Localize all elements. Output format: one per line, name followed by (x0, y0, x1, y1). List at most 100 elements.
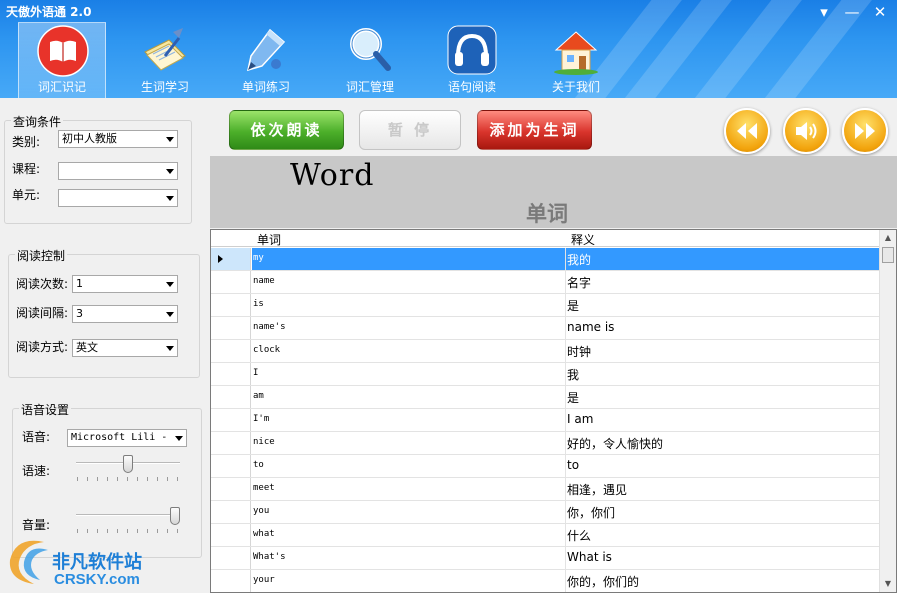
row-selector[interactable] (211, 570, 251, 592)
column-header-meaning[interactable]: 释义 (571, 231, 595, 248)
course-select[interactable] (58, 162, 178, 180)
row-selector[interactable] (211, 455, 251, 477)
row-selector[interactable] (211, 478, 251, 500)
column-divider (565, 271, 566, 293)
voice-value: Microsoft Lili - (71, 432, 168, 443)
column-divider (565, 409, 566, 431)
category-value: 初中人教版 (62, 132, 117, 145)
menu-button[interactable]: ▾ (813, 2, 835, 22)
row-pointer-icon (218, 255, 223, 263)
unit-select[interactable] (58, 189, 178, 207)
column-divider (565, 501, 566, 523)
nav-about-us[interactable]: 关于我们 (532, 22, 620, 98)
read-mode-select[interactable]: 英文 (72, 339, 178, 357)
table-row[interactable]: What's What is (211, 547, 879, 570)
chevron-down-icon (166, 137, 174, 142)
table-row[interactable]: is 是 (211, 294, 879, 317)
table-row[interactable]: meet 相逢，遇见 (211, 478, 879, 501)
row-selector[interactable] (211, 547, 251, 569)
cell-word: I (253, 368, 259, 378)
next-button[interactable] (842, 108, 888, 154)
read-mode-label: 阅读方式: (16, 340, 69, 354)
row-selector[interactable] (211, 432, 251, 454)
add-new-word-button[interactable]: 添加为生词 (477, 110, 592, 150)
vertical-scrollbar[interactable]: ▲ ▼ (879, 230, 896, 592)
crsky-watermark: 非凡软件站 CRSKY.com (0, 528, 175, 593)
notebook-pen-icon (144, 28, 186, 71)
close-button[interactable]: ✕ (869, 2, 891, 22)
category-select[interactable]: 初中人教版 (58, 130, 178, 148)
app-title: 天傲外语通 2.0 (6, 5, 92, 19)
scroll-down-icon[interactable]: ▼ (880, 576, 896, 592)
speed-label: 语速: (22, 464, 51, 478)
table-row[interactable]: what 什么 (211, 524, 879, 547)
pause-button[interactable]: 暂 停 (359, 110, 461, 150)
word-table[interactable]: 单词 释义 my 我的 name 名字 is 是 name's name is clock 时钟 I… (210, 229, 897, 593)
table-row[interactable]: your 你的，你们的 (211, 570, 879, 592)
previous-button[interactable] (724, 108, 770, 154)
read-interval-select[interactable]: 3 (72, 305, 178, 323)
row-selector[interactable] (211, 317, 251, 339)
nav-vocab-memorize[interactable]: 词汇识记 (18, 22, 106, 98)
scroll-up-icon[interactable]: ▲ (880, 230, 896, 246)
table-row[interactable]: am 是 (211, 386, 879, 409)
table-row[interactable]: to to (211, 455, 879, 478)
column-divider (565, 455, 566, 477)
nav-label: 词汇识记 (37, 80, 86, 94)
speak-button[interactable] (783, 108, 829, 154)
cell-word: your (253, 575, 275, 585)
cell-meaning: 我 (567, 368, 580, 382)
table-header: 单词 释义 (211, 230, 879, 247)
table-row[interactable]: you 你，你们 (211, 501, 879, 524)
nav-new-words[interactable]: 生词学习 (121, 22, 209, 98)
row-selector[interactable] (211, 386, 251, 408)
cell-word: I'm (253, 414, 270, 424)
row-selector[interactable] (211, 524, 251, 546)
row-selector[interactable] (211, 271, 251, 293)
cell-word: you (253, 506, 270, 516)
column-divider (565, 317, 566, 339)
row-selector[interactable] (211, 409, 251, 431)
volume-slider-thumb[interactable] (170, 507, 180, 525)
cell-meaning: name is (567, 320, 615, 334)
volume-slider-track[interactable] (76, 514, 180, 516)
table-row[interactable]: I我 (211, 363, 879, 386)
row-selector[interactable] (211, 294, 251, 316)
nav-vocab-manage[interactable]: 词汇管理 (326, 22, 414, 98)
table-row[interactable]: nice 好的，令人愉快的 (211, 432, 879, 455)
row-selector[interactable] (211, 501, 251, 523)
column-divider (565, 248, 566, 270)
cell-meaning: 是 (567, 299, 580, 313)
scrollbar-thumb[interactable] (882, 247, 894, 263)
nav-word-practice[interactable]: 单词练习 (222, 22, 310, 98)
nav-label: 生词学习 (140, 80, 189, 94)
read-times-select[interactable]: 1 (72, 275, 178, 293)
table-row[interactable]: I'm I am (211, 409, 879, 432)
minimize-button[interactable]: — (841, 2, 863, 22)
table-row[interactable]: name's name is (211, 317, 879, 340)
nav-sentence-reading[interactable]: 语句阅读 (428, 22, 516, 98)
voice-select[interactable]: Microsoft Lili - (67, 429, 187, 447)
rewind-icon (737, 123, 757, 139)
cell-meaning: 是 (567, 391, 580, 405)
read-in-order-button[interactable]: 依次朗读 (229, 110, 344, 150)
table-row[interactable]: clock 时钟 (211, 340, 879, 363)
cell-word: am (253, 391, 264, 401)
cell-meaning: 你，你们 (567, 506, 616, 520)
table-row[interactable]: my 我的 (211, 248, 879, 271)
row-selector[interactable] (211, 248, 251, 270)
nav-label: 单词练习 (241, 80, 290, 94)
row-selector[interactable] (211, 363, 251, 385)
toolbar: 天傲外语通 2.0 ▾ — ✕ 词汇识记 生词学习 单词练习 词汇管理 语句阅读… (0, 0, 897, 98)
voice-group-title: 语音设置 (19, 401, 72, 418)
table-row[interactable]: name 名字 (211, 271, 879, 294)
magnifier-icon (350, 28, 391, 71)
cell-meaning: 好的，令人愉快的 (567, 437, 664, 451)
speed-slider-thumb[interactable] (123, 455, 133, 473)
cell-word: meet (253, 483, 275, 493)
read-interval-value: 3 (76, 307, 83, 320)
column-header-word[interactable]: 单词 (257, 231, 281, 248)
column-divider (565, 524, 566, 546)
row-selector[interactable] (211, 340, 251, 362)
unit-label: 单元: (12, 188, 41, 202)
